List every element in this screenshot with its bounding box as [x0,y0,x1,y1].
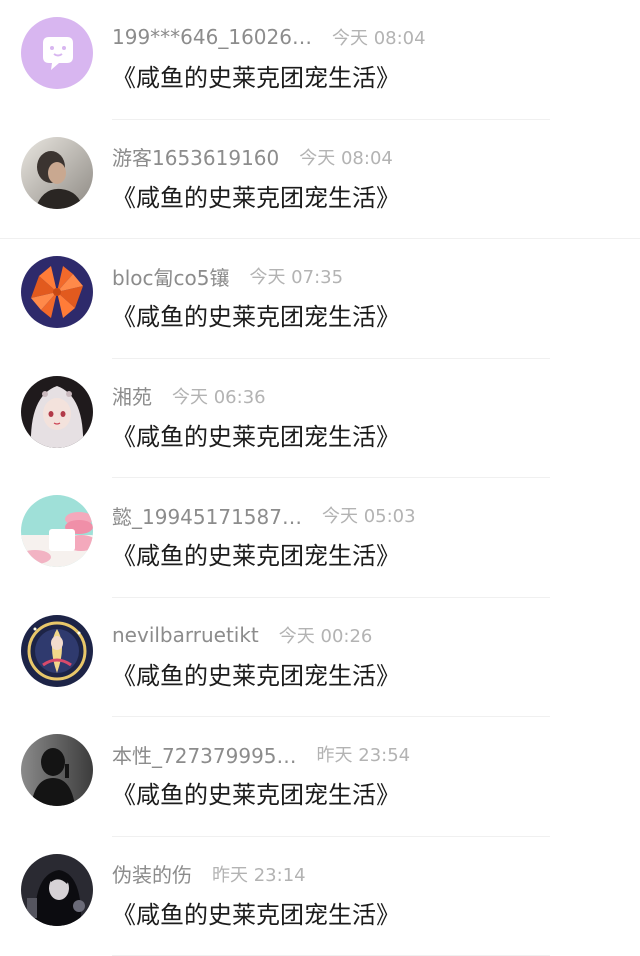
comment-text[interactable]: 《咸鱼的史莱克团宠生活》 [112,297,400,332]
avatar[interactable] [21,495,93,567]
anime-girl-image [21,376,93,448]
comment-item[interactable]: 199***646_16026… 今天 08:04 《咸鱼的史莱克团宠生活》 [0,0,640,120]
comment-text[interactable]: 《咸鱼的史莱克团宠生活》 [112,656,400,691]
dark-girl-image [21,854,93,926]
avatar[interactable] [21,734,93,806]
username[interactable]: bloc匐co5镶 [112,262,229,291]
comment-item[interactable]: 湘苑 今天 06:36 《咸鱼的史莱克团宠生活》 [0,359,640,479]
username[interactable]: nevilbarruetikt [112,623,259,647]
comment-text[interactable]: 《咸鱼的史莱克团宠生活》 [112,895,400,930]
timestamp: 今天 05:03 [322,502,416,528]
chat-bubble-icon [21,17,93,89]
timestamp: 昨天 23:54 [317,741,411,767]
username[interactable]: 伪装的伤 [112,859,192,888]
avatar[interactable] [21,256,93,328]
avatar[interactable] [21,376,93,448]
anime-moon-image [21,615,93,687]
avatar[interactable] [21,615,93,687]
username[interactable]: 本性_727379995… [112,740,297,769]
comment-list: 199***646_16026… 今天 08:04 《咸鱼的史莱克团宠生活》 [0,0,640,956]
macaron-image [21,495,93,567]
username[interactable]: 湘苑 [112,381,152,410]
avatar[interactable] [21,17,93,89]
comment-item[interactable]: bloc匐co5镶 今天 07:35 《咸鱼的史莱克团宠生活》 [0,239,640,359]
timestamp: 昨天 23:14 [212,861,306,887]
silhouette-image [21,734,93,806]
timestamp: 今天 08:04 [332,24,426,50]
comment-text[interactable]: 《咸鱼的史莱克团宠生活》 [112,775,400,810]
username[interactable]: 199***646_16026… [112,25,312,49]
comment-text[interactable]: 《咸鱼的史莱克团宠生活》 [112,178,400,213]
comment-item[interactable]: nevilbarruetikt 今天 00:26 《咸鱼的史莱克团宠生活》 [0,598,640,718]
comment-text[interactable]: 《咸鱼的史莱克团宠生活》 [112,58,400,93]
username[interactable]: 懿_19945171587… [112,501,302,530]
comment-text[interactable]: 《咸鱼的史莱克团宠生活》 [112,417,400,452]
avatar[interactable] [21,137,93,209]
comment-item[interactable]: 本性_727379995… 昨天 23:54 《咸鱼的史莱克团宠生活》 [0,717,640,837]
username[interactable]: 游客1653619160 [112,142,279,171]
comment-item[interactable]: 游客1653619160 今天 08:04 《咸鱼的史莱克团宠生活》 [0,120,640,240]
avatar[interactable] [21,854,93,926]
timestamp: 今天 06:36 [172,383,266,409]
timestamp: 今天 00:26 [279,622,373,648]
timestamp: 今天 07:35 [249,263,343,289]
comment-item[interactable]: 懿_19945171587… 今天 05:03 《咸鱼的史莱克团宠生活》 [0,478,640,598]
origami-flower-image [21,256,93,328]
comment-item[interactable]: 伪装的伤 昨天 23:14 《咸鱼的史莱克团宠生活》 [0,837,640,956]
user-photo [21,137,93,209]
comment-text[interactable]: 《咸鱼的史莱克团宠生活》 [112,536,400,571]
timestamp: 今天 08:04 [299,144,393,170]
